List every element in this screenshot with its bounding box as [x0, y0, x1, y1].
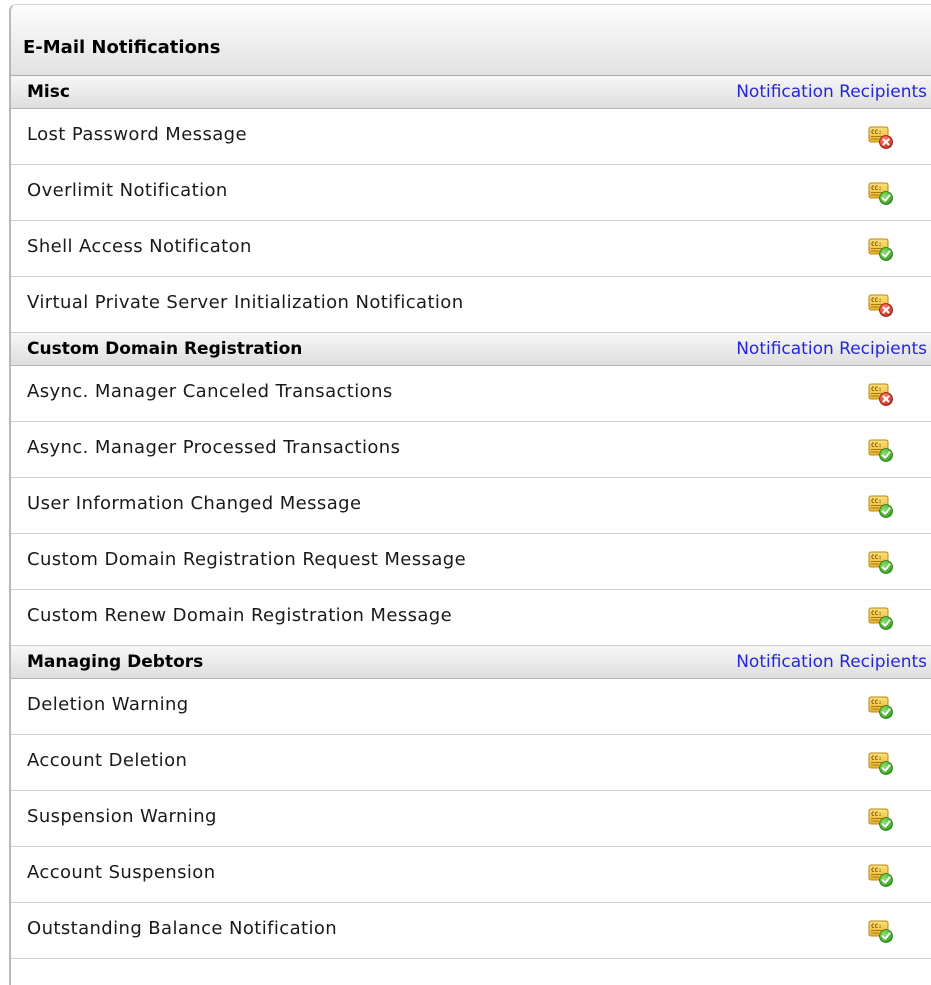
notification-row: Overlimit Notification CC: — [11, 165, 931, 221]
panel-title: E-Mail Notifications — [23, 37, 221, 58]
section-title: Misc — [27, 82, 70, 102]
cc-enabled-icon[interactable]: CC: — [868, 750, 894, 776]
svg-text:CC:: CC: — [871, 498, 882, 505]
notification-label: Account Deletion — [27, 750, 188, 771]
section-title: Custom Domain Registration — [27, 339, 303, 359]
section-header: Misc Notification Recipients — [11, 76, 931, 109]
cc-enabled-icon[interactable]: CC: — [868, 437, 894, 463]
panel-header: E-Mail Notifications — [11, 5, 931, 76]
svg-text:CC:: CC: — [871, 867, 882, 874]
section-header: Custom Domain Registration Notification R… — [11, 333, 931, 366]
cc-enabled-icon[interactable]: CC: — [868, 806, 894, 832]
notification-recipients-link[interactable]: Notification Recipients — [736, 652, 927, 672]
section-title: Managing Debtors — [27, 652, 204, 672]
svg-text:CC:: CC: — [871, 185, 882, 192]
cc-enabled-icon[interactable]: CC: — [868, 236, 894, 262]
notification-label: Outstanding Balance Notification — [27, 918, 338, 939]
cc-enabled-icon[interactable]: CC: — [868, 180, 894, 206]
notification-row: Deletion Warning CC: — [11, 679, 931, 735]
svg-text:CC:: CC: — [871, 554, 882, 561]
cc-enabled-icon[interactable]: CC: — [868, 605, 894, 631]
notification-label: Shell Access Notificaton — [27, 236, 252, 257]
notification-label: Suspension Warning — [27, 806, 217, 827]
notification-label: Account Suspension — [27, 862, 216, 883]
notification-label: Lost Password Message — [27, 124, 247, 145]
notification-row: Suspension Warning CC: — [11, 791, 931, 847]
svg-text:CC:: CC: — [871, 129, 882, 136]
notification-row: User Information Changed Message CC: — [11, 478, 931, 534]
notification-label: User Information Changed Message — [27, 493, 362, 514]
notification-label: Async. Manager Canceled Transactions — [27, 381, 393, 402]
svg-text:CC:: CC: — [871, 241, 882, 248]
cc-enabled-icon[interactable]: CC: — [868, 493, 894, 519]
svg-text:CC:: CC: — [871, 923, 882, 930]
notification-row: Account Deletion CC: — [11, 735, 931, 791]
cc-disabled-icon[interactable]: CC: — [868, 292, 894, 318]
notification-label: Custom Renew Domain Registration Message — [27, 605, 453, 626]
notification-row: Outstanding Balance Notification CC: — [11, 903, 931, 959]
cc-enabled-icon[interactable]: CC: — [868, 862, 894, 888]
notification-row: Async. Manager Canceled Transactions CC: — [11, 366, 931, 422]
notification-row: Virtual Private Server Initialization No… — [11, 277, 931, 333]
notification-label: Deletion Warning — [27, 694, 189, 715]
notification-row: Custom Renew Domain Registration Message… — [11, 590, 931, 646]
notification-row: Async. Manager Processed Transactions CC: — [11, 422, 931, 478]
cc-enabled-icon[interactable]: CC: — [868, 694, 894, 720]
cc-disabled-icon[interactable]: CC: — [868, 124, 894, 150]
svg-text:CC:: CC: — [871, 297, 882, 304]
svg-text:CC:: CC: — [871, 386, 882, 393]
notification-label: Virtual Private Server Initialization No… — [27, 292, 464, 313]
notification-label: Async. Manager Processed Transactions — [27, 437, 401, 458]
cc-enabled-icon[interactable]: CC: — [868, 549, 894, 575]
cc-disabled-icon[interactable]: CC: — [868, 381, 894, 407]
notification-label: Custom Domain Registration Request Messa… — [27, 549, 467, 570]
cc-enabled-icon[interactable]: CC: — [868, 918, 894, 944]
notification-label: Overlimit Notification — [27, 180, 228, 201]
svg-text:CC:: CC: — [871, 755, 882, 762]
notification-sections: Misc Notification Recipients Lost Password… — [11, 76, 931, 959]
notification-recipients-link[interactable]: Notification Recipients — [736, 339, 927, 359]
notification-row: Shell Access Notificaton CC: — [11, 221, 931, 277]
notification-row: Custom Domain Registration Request Messa… — [11, 534, 931, 590]
notification-row: Account Suspension CC: — [11, 847, 931, 903]
email-notifications-panel: E-Mail Notifications Misc Notification Re… — [9, 4, 931, 985]
svg-text:CC:: CC: — [871, 610, 882, 617]
svg-text:CC:: CC: — [871, 699, 882, 706]
notification-row: Lost Password Message CC: — [11, 109, 931, 165]
notification-recipients-link[interactable]: Notification Recipients — [736, 82, 927, 102]
section-header: Managing Debtors Notification Recipients — [11, 646, 931, 679]
svg-text:CC:: CC: — [871, 811, 882, 818]
svg-text:CC:: CC: — [871, 442, 882, 449]
